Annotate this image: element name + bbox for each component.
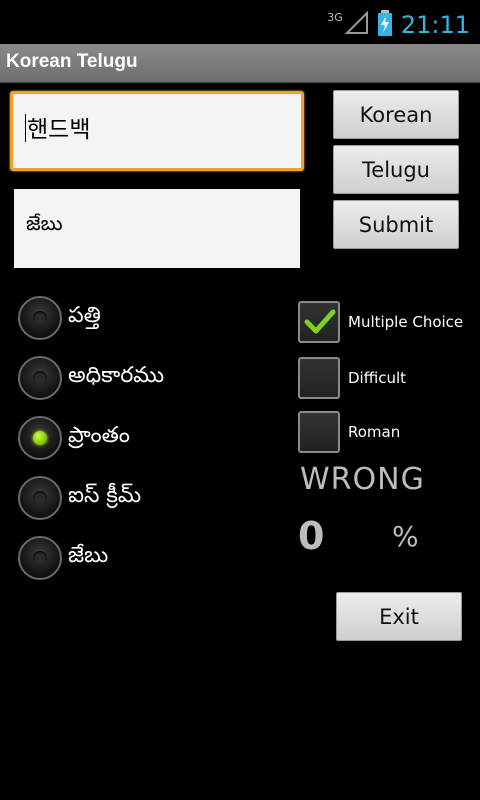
choice-row[interactable]: పత్తి bbox=[18, 294, 101, 342]
checkbox[interactable] bbox=[298, 357, 340, 399]
choice-label: పత్తి bbox=[68, 303, 101, 328]
status-icons: 3G 21:11 bbox=[321, 8, 470, 42]
status-bar: 3G 21:11 bbox=[0, 0, 480, 50]
korean-button[interactable]: Korean bbox=[333, 90, 459, 139]
option-label: Roman bbox=[348, 423, 401, 441]
question-field[interactable]: 핸드백 bbox=[10, 91, 304, 171]
radio-dot bbox=[33, 431, 47, 445]
radio-button[interactable] bbox=[18, 356, 62, 400]
option-label: Multiple Choice bbox=[348, 313, 464, 331]
clock: 21:11 bbox=[400, 11, 470, 39]
question-text: 핸드백 bbox=[27, 117, 91, 143]
radio-button[interactable] bbox=[18, 296, 62, 340]
option-label: Difficult bbox=[348, 369, 407, 387]
radio-dot bbox=[33, 311, 47, 325]
exit-button[interactable]: Exit bbox=[336, 592, 462, 641]
choice-label: అధికారము bbox=[68, 363, 165, 388]
title-bar: Korean Telugu bbox=[0, 44, 480, 83]
radio-dot bbox=[33, 491, 47, 505]
choice-row[interactable]: ఐస్ క్రీమ్ bbox=[18, 474, 141, 522]
choice-label: ప్రాంతం bbox=[68, 423, 130, 448]
battery-icon bbox=[377, 10, 393, 40]
radio-dot bbox=[33, 551, 47, 565]
radio-button-selected[interactable] bbox=[18, 416, 62, 460]
text-cursor bbox=[25, 114, 26, 142]
question-value: 핸드백 bbox=[25, 110, 90, 144]
option-multiple-choice[interactable]: Multiple Choice bbox=[298, 299, 463, 345]
signal-icon bbox=[344, 10, 369, 39]
radio-dot bbox=[33, 371, 47, 385]
app-title: Korean Telugu bbox=[6, 51, 138, 72]
choice-row[interactable]: జేబు bbox=[18, 534, 108, 582]
checkmark-icon bbox=[304, 309, 336, 334]
choice-label: జేబు bbox=[68, 543, 109, 568]
radio-button[interactable] bbox=[18, 476, 62, 520]
network-type: 3G bbox=[327, 10, 343, 24]
choice-row[interactable]: అధికారము bbox=[18, 354, 164, 402]
checkbox[interactable] bbox=[298, 411, 340, 453]
radio-button[interactable] bbox=[18, 536, 62, 580]
choice-row[interactable]: ప్రాంతం bbox=[18, 414, 130, 462]
answer-text: జేబు bbox=[26, 211, 63, 235]
result-status: WRONG bbox=[300, 462, 425, 497]
answer-field[interactable]: జేబు bbox=[14, 189, 300, 268]
score-unit: % bbox=[392, 520, 419, 553]
submit-button[interactable]: Submit bbox=[333, 200, 459, 249]
checkbox-checked[interactable] bbox=[298, 301, 340, 343]
option-roman[interactable]: Roman bbox=[298, 409, 400, 455]
choice-label: ఐస్ క్రీమ్ bbox=[68, 483, 142, 508]
option-difficult[interactable]: Difficult bbox=[298, 355, 406, 401]
score-value: 0 bbox=[298, 514, 325, 558]
telugu-button[interactable]: Telugu bbox=[333, 145, 459, 194]
